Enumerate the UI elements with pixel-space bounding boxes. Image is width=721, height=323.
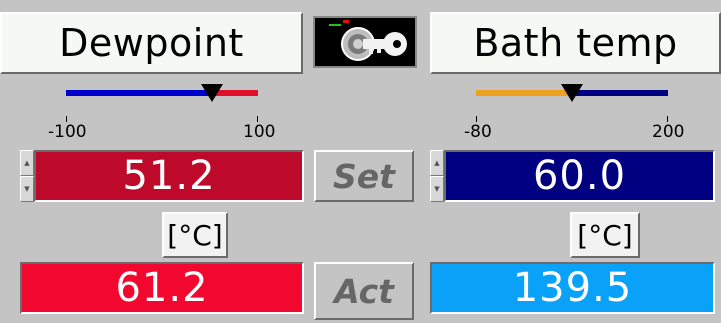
dewpoint-act-value: 61.2 [115,265,209,311]
bath-temp-set-field[interactable]: 60.0 [444,150,715,202]
key-lock-icon [329,20,407,61]
set-label-button[interactable]: Set [314,150,414,202]
dewpoint-title-text: Dewpoint [59,21,244,65]
dewpoint-title: Dewpoint [0,12,303,74]
set-label-text: Set [333,156,395,196]
act-label-text: Act [334,271,394,311]
bath-temp-unit-label: [°C] [570,212,640,258]
dewpoint-scale-max: 100 [243,122,276,142]
act-label-button[interactable]: Act [314,262,414,320]
bath-temp-act-value: 139.5 [512,265,633,311]
bath-temp-act-field: 139.5 [430,262,715,314]
bath-temp-slider[interactable] [476,82,668,106]
dewpoint-decrement-button[interactable]: ▼ [20,176,34,202]
bath-temp-title-text: Bath temp [473,21,678,65]
dewpoint-act-field: 61.2 [20,262,304,314]
bath-temp-title: Bath temp [430,12,721,74]
bath-temp-scale-max: 200 [652,122,685,142]
bath-temp-set-spinner[interactable]: ▲ ▼ [430,150,444,202]
dewpoint-increment-button[interactable]: ▲ [20,150,34,176]
dewpoint-unit-text: [°C] [167,218,223,252]
dewpoint-unit-label: [°C] [162,212,228,258]
dewpoint-slider-track [66,90,212,96]
bath-temp-increment-button[interactable]: ▲ [430,150,444,176]
bath-temp-scale-min: -80 [464,122,492,142]
bath-temp-decrement-button[interactable]: ▼ [430,176,444,202]
lock-button[interactable] [313,16,417,68]
bath-temp-slider-thumb[interactable] [561,84,583,102]
bath-temp-slider-track [476,90,572,96]
bath-temp-slider-track-rest [572,90,668,96]
bath-temp-unit-text: [°C] [577,218,633,252]
dewpoint-set-value: 51.2 [122,153,216,199]
bath-temp-set-value: 60.0 [532,153,627,199]
dewpoint-set-spinner[interactable]: ▲ ▼ [20,150,34,202]
dewpoint-slider[interactable] [66,82,258,106]
dewpoint-set-field[interactable]: 51.2 [34,150,304,202]
dewpoint-scale-min: -100 [48,122,87,142]
dewpoint-slider-thumb[interactable] [201,84,223,102]
